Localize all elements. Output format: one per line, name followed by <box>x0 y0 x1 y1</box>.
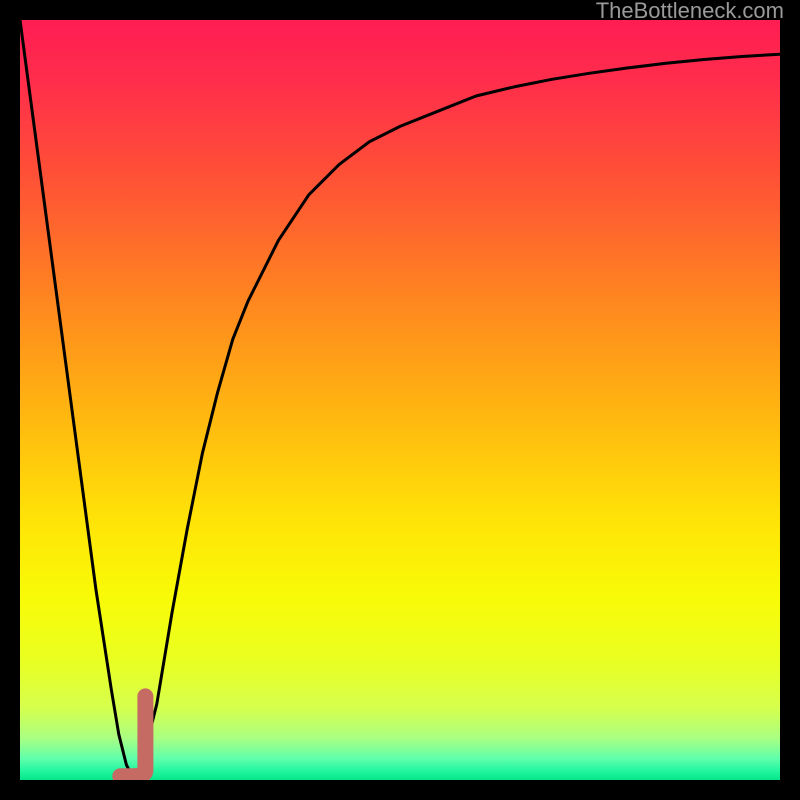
curve-layer <box>20 20 780 780</box>
bottleneck-curve <box>20 20 780 780</box>
chart-frame: TheBottleneck.com <box>0 0 800 800</box>
plot-area <box>20 20 780 780</box>
watermark-text: TheBottleneck.com <box>596 0 784 24</box>
optimal-marker <box>120 696 145 776</box>
